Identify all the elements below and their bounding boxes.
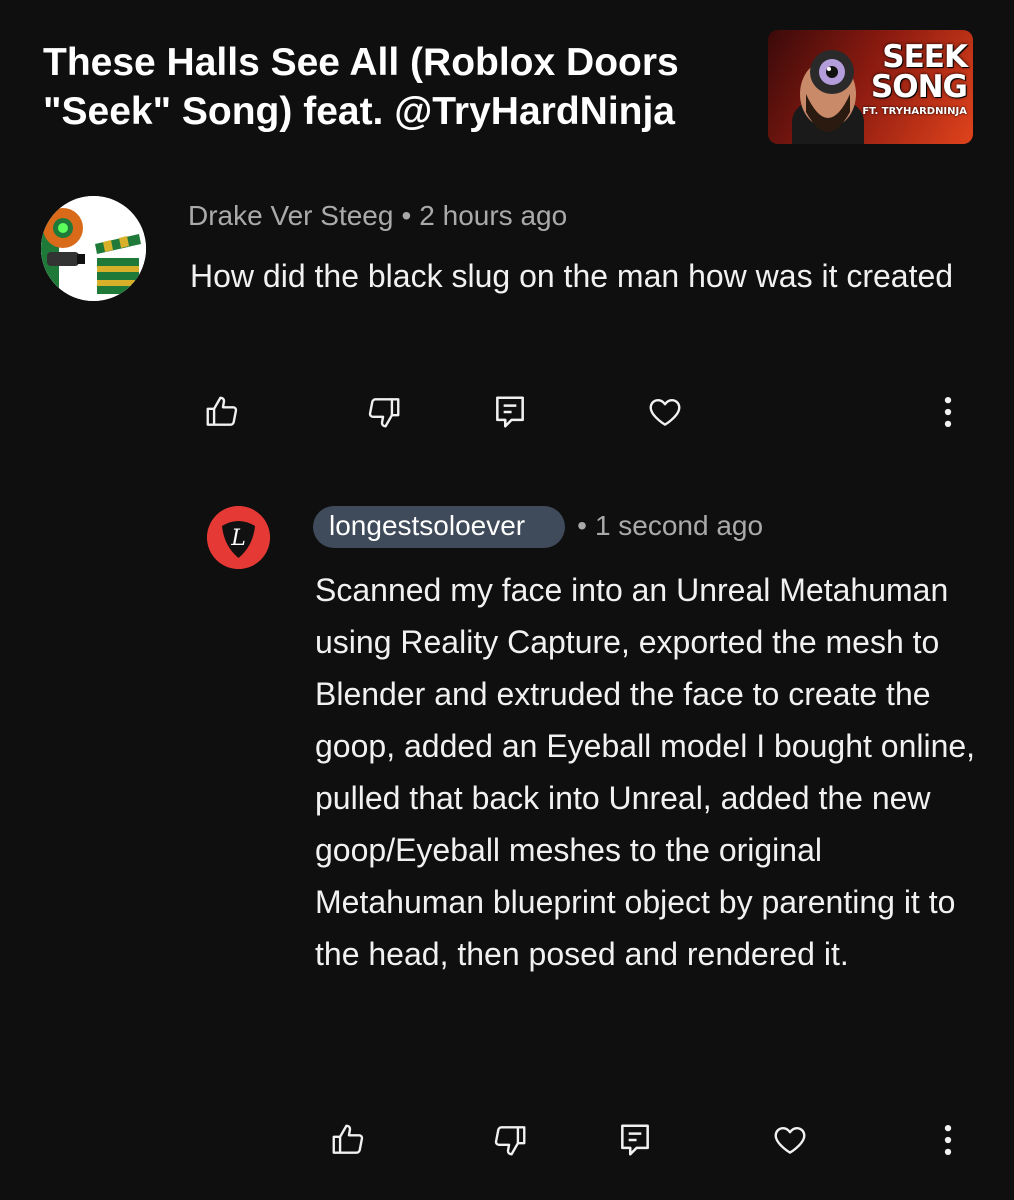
dislike-button[interactable] — [362, 390, 406, 434]
comment-avatar[interactable] — [41, 196, 146, 301]
reply-icon — [621, 1124, 649, 1156]
reply-like-button[interactable] — [326, 1118, 370, 1162]
comment-time: 2 hours ago — [419, 200, 568, 231]
reply-button[interactable] — [488, 390, 532, 434]
more-vertical-icon — [944, 396, 952, 428]
reply-avatar[interactable]: L — [207, 506, 270, 569]
heart-icon — [649, 398, 681, 426]
thumbnail-line2: SONG — [870, 69, 968, 105]
heart-icon — [774, 1126, 806, 1154]
like-button[interactable] — [200, 390, 244, 434]
video-title[interactable]: These Halls See All (Roblox Doors "Seek"… — [43, 38, 753, 136]
guitar-pick-avatar-icon: L — [207, 506, 270, 569]
comment-meta: Drake Ver Steeg • 2 hours ago — [188, 200, 567, 232]
comment-actions — [0, 390, 1014, 440]
video-thumbnail[interactable]: SEEK SONG FT. TRYHARDNINJA — [768, 30, 973, 144]
reply-author-chip[interactable]: longestsoloever — [313, 506, 566, 548]
more-options-button[interactable] — [926, 390, 970, 434]
svg-text:L: L — [230, 526, 246, 551]
film-clapper-avatar-icon — [41, 196, 146, 301]
thumbnail-person-image — [792, 50, 864, 144]
reply-actions — [0, 1118, 1014, 1168]
reply-text: Scanned my face into an Unreal Metahuman… — [315, 572, 976, 972]
comment-top-level: Drake Ver Steeg • 2 hours ago How did the … — [0, 180, 1014, 470]
thumbs-down-icon — [494, 1126, 526, 1156]
more-vertical-icon — [944, 1124, 952, 1156]
reply-meta: longestsoloever • 1 second ago — [313, 506, 763, 548]
meta-separator: • — [401, 200, 412, 231]
thumbnail-caption: SEEK SONG FT. TRYHARDNINJA — [862, 39, 968, 120]
heart-button[interactable] — [643, 390, 687, 434]
meta-separator: • — [577, 510, 587, 541]
reply-dislike-button[interactable] — [488, 1118, 532, 1162]
thumbnail-subtitle: FT. TRYHARDNINJA — [862, 106, 967, 117]
reply-icon — [496, 396, 524, 428]
thumbnail-line1: SEEK — [882, 39, 968, 75]
reply-time: 1 second ago — [594, 510, 764, 541]
thumbs-up-icon — [206, 396, 238, 426]
reply-reply-button[interactable] — [613, 1118, 657, 1162]
reply-more-options-button[interactable] — [926, 1118, 970, 1162]
thumbs-up-icon — [332, 1124, 364, 1154]
reply-heart-button[interactable] — [768, 1118, 812, 1162]
comment-author[interactable]: Drake Ver Steeg — [188, 200, 393, 231]
thumbs-down-icon — [368, 398, 400, 428]
video-header[interactable]: These Halls See All (Roblox Doors "Seek"… — [0, 0, 1014, 160]
comment-text: How did the black slug on the man how wa… — [190, 258, 954, 294]
comment-reply: L longestsoloever • 1 second ago Scanned m… — [0, 490, 1014, 1200]
